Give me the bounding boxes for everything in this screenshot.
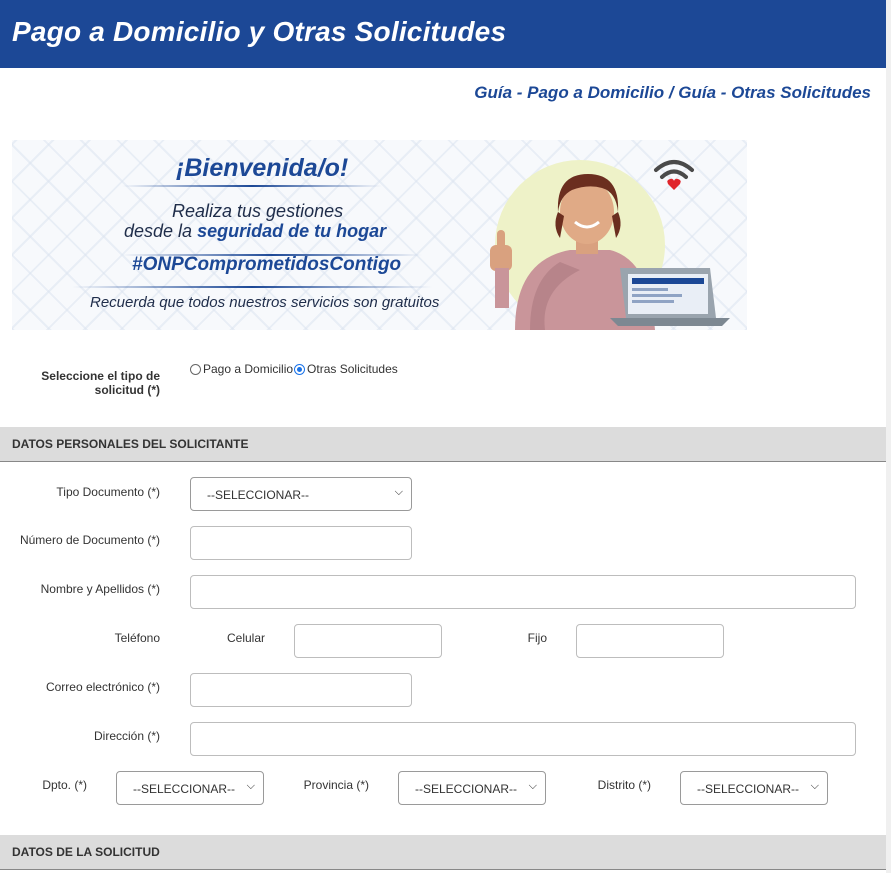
province-select[interactable]: --SELECCIONAR-- ⌵ xyxy=(398,771,546,805)
landline-label: Fijo xyxy=(527,631,547,645)
page-title: Pago a Domicilio y Otras Solicitudes xyxy=(12,16,507,47)
email-input[interactable] xyxy=(190,673,412,707)
phone-label: Teléfono xyxy=(114,631,160,645)
mobile-input[interactable] xyxy=(294,624,442,658)
province-label: Provincia (*) xyxy=(303,778,369,792)
radio-label-pago-a-domicilio[interactable]: Pago a Domicilio xyxy=(203,362,293,376)
banner-title: ¡Bienvenida/o! xyxy=(176,154,349,182)
address-label: Dirección (*) xyxy=(93,729,160,743)
doc-type-label: Tipo Documento (*) xyxy=(56,485,160,499)
welcome-banner: ¡Bienvenida/o! Realiza tus gestiones des… xyxy=(12,140,747,330)
radio-otras-solicitudes[interactable] xyxy=(294,363,306,375)
chevron-down-icon: ⌵ xyxy=(810,780,819,792)
request-type-radio-group: Pago a Domicilio Otras Solicitudes xyxy=(190,362,398,376)
chevron-down-icon: ⌵ xyxy=(528,780,537,792)
name-label: Nombre y Apellidos (*) xyxy=(40,582,160,596)
banner-note: Recuerda que todos nuestros servicios so… xyxy=(90,294,440,311)
landline-input[interactable] xyxy=(576,624,724,658)
section-title: DATOS DE LA SOLICITUD xyxy=(12,845,160,859)
chevron-down-icon: ⌵ xyxy=(394,486,403,498)
mobile-label: Celular xyxy=(226,631,265,645)
request-type-label: Seleccione el tipo de solicitud (*) xyxy=(20,369,160,397)
banner-divider xyxy=(122,185,382,187)
banner-line-1: Realiza tus gestiones xyxy=(172,201,344,221)
radio-pago-a-domicilio[interactable] xyxy=(190,363,201,375)
woman-with-laptop-illustration xyxy=(490,160,730,330)
province-value: --SELECCIONAR-- xyxy=(415,782,518,796)
chevron-down-icon: ⌵ xyxy=(246,780,255,792)
doc-type-select[interactable]: --SELECCIONAR-- ⌵ xyxy=(190,477,412,511)
radio-label-otras-solicitudes[interactable]: Otras Solicitudes xyxy=(307,362,398,376)
banner-hashtag: #ONPComprometidosContigo xyxy=(132,254,402,275)
page-header: Pago a Domicilio y Otras Solicitudes xyxy=(0,0,886,68)
wifi-icon xyxy=(654,160,694,179)
guide-link[interactable]: Guía - Pago a Domicilio / Guía - Otras S… xyxy=(474,83,871,103)
department-label: Dpto. (*) xyxy=(42,778,87,792)
district-value: --SELECCIONAR-- xyxy=(697,782,800,796)
section-title: DATOS PERSONALES DEL SOLICITANTE xyxy=(12,437,249,451)
banner-line-2: desde la seguridad de tu hogar xyxy=(124,221,386,242)
district-select[interactable]: --SELECCIONAR-- ⌵ xyxy=(680,771,828,805)
scrollbar[interactable] xyxy=(886,0,891,873)
section-request-data: DATOS DE LA SOLICITUD xyxy=(0,835,886,870)
section-personal-data: DATOS PERSONALES DEL SOLICITANTE xyxy=(0,427,886,462)
address-input[interactable] xyxy=(190,722,856,756)
heart-icon xyxy=(667,178,681,190)
email-label: Correo electrónico (*) xyxy=(45,680,160,694)
department-value: --SELECCIONAR-- xyxy=(133,782,236,796)
doc-number-label: Número de Documento (*) xyxy=(19,533,160,547)
doc-number-input[interactable] xyxy=(190,526,412,560)
district-label: Distrito (*) xyxy=(597,778,651,792)
doc-type-value: --SELECCIONAR-- xyxy=(207,488,310,502)
department-select[interactable]: --SELECCIONAR-- ⌵ xyxy=(116,771,264,805)
name-input[interactable] xyxy=(190,575,856,609)
request-type-label-line-1: Seleccione el tipo de xyxy=(41,369,160,383)
banner-line-2-prefix: desde la xyxy=(124,221,198,241)
banner-divider xyxy=(72,286,432,288)
banner-line-2-bold: seguridad de tu hogar xyxy=(197,221,387,241)
request-type-label-line-2: solicitud (*) xyxy=(94,383,160,397)
